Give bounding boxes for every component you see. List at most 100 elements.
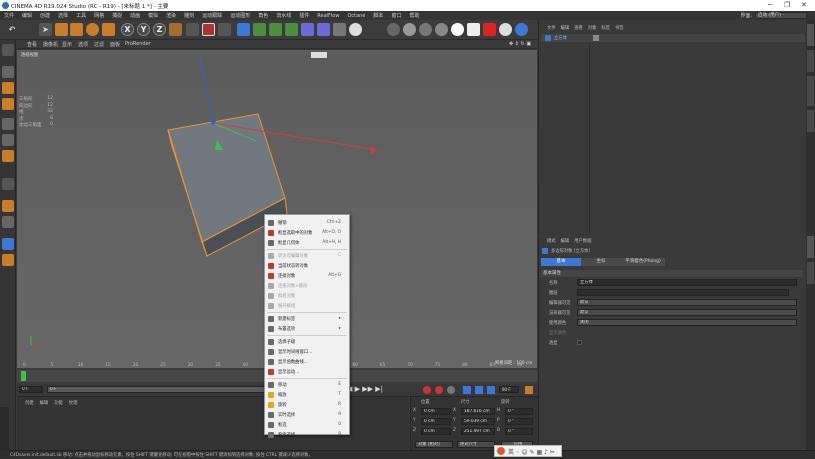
context-menu-item[interactable]: 框显选取中的对象 Alt+O, O [265, 228, 349, 238]
menu-character[interactable]: 角色 [254, 12, 272, 19]
context-menu-item[interactable]: 框显几何体 Alt+H, H [265, 238, 349, 248]
timeline-window-icon[interactable] [525, 386, 533, 394]
tab-content-browser[interactable] [807, 76, 814, 106]
render-visible-select[interactable]: 默认 [577, 309, 797, 316]
octane-render-icon[interactable] [483, 23, 496, 36]
position-key-icon[interactable] [463, 386, 471, 394]
octane-material-icon[interactable] [403, 23, 416, 36]
make-editable-icon[interactable] [2, 44, 14, 56]
om-menu-bookmarks[interactable]: 书签 [615, 25, 624, 31]
context-menu-item[interactable]: 套索选择 8 [265, 430, 349, 440]
end-frame-field[interactable]: 90 F [499, 386, 519, 393]
pen-spline-icon[interactable] [253, 23, 266, 36]
vp-menu-display[interactable]: 显示 [62, 41, 72, 48]
vp-menu-panel[interactable]: 面板 [110, 41, 120, 48]
editor-visible-select[interactable]: 默认 [577, 299, 797, 306]
octane-sphere-icon[interactable] [435, 23, 448, 36]
menu-select[interactable]: 选择 [54, 12, 72, 19]
tab-takes[interactable] [807, 50, 814, 72]
render-settings-icon[interactable] [218, 23, 231, 36]
locked-workplane-icon[interactable] [2, 254, 14, 266]
menu-mograph[interactable]: 运动图形 [226, 12, 254, 19]
size-field[interactable]: 59.039 cm [461, 418, 495, 425]
name-field[interactable]: 立方体 [577, 279, 797, 286]
light-icon[interactable] [349, 23, 362, 36]
maximize-button[interactable]: ❐ [784, 1, 790, 9]
coord-mode-select[interactable]: 对象 (相对) [415, 441, 453, 448]
menu-motion-tracking[interactable]: 运动跟踪 [198, 12, 226, 19]
x-axis-lock-icon[interactable]: X [121, 23, 134, 36]
rotation-field[interactable]: 0 ° [505, 428, 533, 435]
render-picture-viewer-icon[interactable] [202, 23, 215, 36]
y-axis-lock-icon[interactable]: Y [137, 23, 150, 36]
menu-animate[interactable]: 动画 [126, 12, 144, 19]
octane-area-light-icon[interactable] [467, 23, 480, 36]
context-menu-item[interactable]: 新建标签 ▸ [265, 314, 349, 324]
context-menu-item[interactable]: 选择子级 [265, 337, 349, 347]
octane-camera-icon[interactable] [499, 23, 512, 36]
tab-structure[interactable] [807, 110, 814, 132]
om-menu-object[interactable]: 对象 [588, 25, 597, 31]
snap-icon[interactable] [2, 200, 14, 212]
context-menu-item[interactable]: 连接对象 Alt+G [265, 271, 349, 281]
context-menu-item[interactable]: 显示函数曲线... [265, 357, 349, 367]
rotation-key-icon[interactable] [487, 386, 495, 394]
polygons-mode-icon[interactable] [2, 150, 14, 162]
mat-menu-texture[interactable]: 纹理 [69, 400, 78, 406]
use-color-select[interactable]: 关闭 [577, 319, 797, 326]
workplane-mode-icon[interactable] [2, 98, 14, 110]
octane-settings-icon[interactable] [515, 23, 528, 36]
tab-coord[interactable]: 坐标 [581, 258, 621, 266]
texture-mode-icon[interactable] [2, 82, 14, 94]
subdivision-icon[interactable] [269, 23, 282, 36]
context-menu-item[interactable]: 框选 0 [265, 420, 349, 430]
layer-field[interactable] [577, 289, 789, 296]
scale-key-icon[interactable] [475, 386, 483, 394]
points-mode-icon[interactable] [2, 118, 14, 130]
menu-mesh[interactable]: 网格 [90, 12, 108, 19]
mat-menu-edit[interactable]: 编辑 [40, 400, 49, 406]
undo-icon[interactable]: ↶ [4, 23, 20, 36]
xray-checkbox[interactable] [577, 340, 582, 345]
menu-snap[interactable]: 捕捉 [108, 12, 126, 19]
enable-axis-icon[interactable] [2, 178, 14, 190]
tab-objects[interactable] [807, 24, 814, 46]
tab-basic[interactable]: 基本 [541, 258, 581, 266]
menu-simulate[interactable]: 模拟 [144, 12, 162, 19]
menu-render[interactable]: 渲染 [162, 12, 180, 19]
deformer-icon[interactable] [301, 23, 314, 36]
context-menu-item[interactable]: 布置选项 ▸ [265, 324, 349, 334]
visibility-dots-icon[interactable] [593, 35, 599, 41]
edges-mode-icon[interactable] [2, 134, 14, 146]
octane-light-icon[interactable] [451, 23, 464, 36]
octane-texture-icon[interactable] [419, 23, 432, 36]
context-menu-item[interactable]: 旋转 R [265, 400, 349, 410]
mat-menu-create[interactable]: 创建 [25, 400, 34, 406]
om-menu-file[interactable]: 文件 [547, 25, 556, 31]
mat-menu-function[interactable]: 功能 [54, 400, 63, 406]
position-field[interactable]: 0 cm [421, 408, 451, 415]
menu-tools[interactable]: 工具 [72, 12, 90, 19]
floor-icon[interactable] [317, 23, 330, 36]
vp-menu-options[interactable]: 选项 [78, 41, 88, 48]
om-menu-view[interactable]: 查看 [574, 25, 583, 31]
cube-primitive-icon[interactable] [237, 23, 250, 36]
camera-icon[interactable] [333, 23, 346, 36]
context-menu-item[interactable]: 显示运动... [265, 367, 349, 377]
menu-script[interactable]: 脚本 [369, 12, 387, 19]
menu-sculpt[interactable]: 雕刻 [180, 12, 198, 19]
object-name[interactable]: 立方体 [554, 35, 567, 41]
autokey-icon[interactable] [435, 386, 443, 394]
vp-menu-view[interactable]: 查看 [27, 41, 37, 48]
interface-layout-select[interactable]: 启动 (用户) [755, 12, 807, 19]
recent-tool-icon[interactable] [102, 23, 115, 36]
context-menu-item[interactable]: 当前状态转对象 [265, 261, 349, 271]
menu-realflow[interactable]: RealFlow [313, 13, 343, 19]
tab-phong[interactable]: 平滑着色(Phong) [621, 258, 665, 266]
menu-edit[interactable]: 编辑 [18, 12, 36, 19]
start-frame-field[interactable]: 0 F [19, 386, 43, 393]
position-field[interactable]: 0 cm [421, 418, 451, 425]
viewport-nav-icons[interactable]: ✥ ⇕ ↻ ▣ [509, 41, 531, 47]
attr-menu-userdata[interactable]: 用户数据 [574, 238, 591, 244]
move-tool-icon[interactable] [55, 23, 68, 36]
